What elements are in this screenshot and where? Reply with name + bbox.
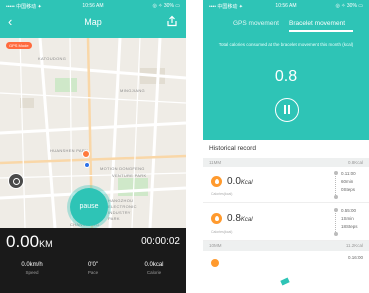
battery-text: ◎ ✧ 30% ▭ [335,3,363,9]
gps-mode-badge: GPS Mode [6,42,32,49]
map-label: VENTURE PARK [112,173,147,178]
entry-unit: Kcal [240,180,253,186]
calorie-label: Calorie [146,270,162,275]
tab-bracelet-movement[interactable]: Bracelet movement [289,20,345,27]
distance-unit: KM [39,239,53,249]
calorie-value: 0.0kcal [144,262,164,268]
entry-duration: 60min [341,179,354,184]
flame-icon [211,213,222,224]
pause-button[interactable]: pause [70,188,108,226]
speed-label: Speed [25,270,39,275]
entry-unit: Kcal [240,217,253,223]
monthly-calories-caption: Total calories consumed at the bracelet … [218,42,354,47]
entry-details: 0.55:00 1Smin 18Steps [341,207,365,231]
month-header: 10MM 11.2Kcal [203,241,369,251]
month-header: 11MM 0.8Kcal [203,158,369,167]
map-label: MINGJIANG [120,88,145,93]
entry-steps: 0Steps [341,187,356,192]
entry-calories: 0.8Kcal [227,213,253,224]
calorie-stat: 0.0kcal Calorie [124,262,184,275]
entry-steps: 18Steps [341,224,358,229]
distance-value: 0.00 [6,232,40,251]
month-label: 10MM [209,243,222,248]
entry-value: 0.0 [227,176,241,187]
locate-icon[interactable] [8,173,24,189]
month-total: 0.8Kcal [347,160,363,165]
entry-time: 0.11:00 [341,171,356,176]
entry-subtitle: Calories(kcal) [211,192,233,196]
status-bar: ••••• 中国移动 ✦ 10:56 AM ◎ ✧ 30% ▭ [0,0,186,13]
flame-icon [211,176,222,187]
distance-display: 0.00KM [6,232,53,252]
start-marker [82,150,90,158]
pace-stat: 0'0" Pace [63,262,123,275]
timeline-icon [333,171,338,199]
map-label: ELECTRONIC [108,204,137,209]
map-screen: ••••• 中国移动 ✦ 10:56 AM ◎ ✧ 30% ▭ ‹ Map GP… [0,0,186,293]
bracelet-screen: •••• 中国移动 ✦ 10:56 AM ◎ ✧ 30% ▭ GPS movem… [203,0,369,293]
speed-value: 0.0km/h [21,262,43,268]
month-total: 11.2Kcal [345,243,363,248]
pace-value: 0'0" [88,262,98,268]
current-location-dot [84,162,90,168]
history-section: Historical record 11MM 0.8Kcal 0.0Kcal C… [203,140,369,293]
history-title: Historical record [209,145,256,152]
entry-time: 0.16:00 [347,255,363,260]
duration-timer: 00:00:02 [141,236,180,247]
share-icon[interactable] [166,15,178,27]
entry-time: 0.55:00 [341,208,357,213]
active-tab-indicator [289,30,353,32]
workout-stats-panel: 0.00KM 00:00:02 0.0km/h Speed 0'0" Pace … [0,228,186,293]
entry-calories: 0.0Kcal [227,176,253,187]
list-item[interactable]: 0.0Kcal Calories(kcal) 0.11:00 60min 0St… [203,167,369,203]
decoration-icon [280,277,290,286]
list-item[interactable]: 0.16:00 [203,251,369,293]
map-label: HANGZHOU [108,198,134,203]
entry-value: 0.8 [227,213,241,224]
entry-duration: 1Smin [341,216,354,221]
map-label: PARK [108,216,120,221]
timeline-icon [333,208,338,236]
speed-stat: 0.0km/h Speed [2,262,62,275]
map-label: MOTION DONGFENG [100,166,145,171]
tab-gps-movement[interactable]: GPS movement [233,20,279,27]
status-bar: •••• 中国移动 ✦ 10:56 AM ◎ ✧ 30% ▭ [203,0,369,13]
entry-subtitle: Calories(kcal) [211,230,233,234]
battery-text: ◎ ✧ 30% ▭ [152,3,180,9]
list-item[interactable]: 0.8Kcal Calories(kcal) 0.55:00 1Smin 18S… [203,203,369,241]
monthly-calories-value: 0.8 [274,68,298,85]
map-view[interactable]: GPS Mode KATOUDONG MINGJIANG HUANSHEN PA… [0,38,186,228]
map-label: INDUSTRY [108,210,131,215]
pause-icon[interactable] [275,98,299,122]
page-title: Map [84,17,102,27]
bracelet-header: •••• 中国移动 ✦ 10:56 AM ◎ ✧ 30% ▭ GPS movem… [203,0,369,140]
map-label: KATOUDONG [38,56,67,61]
pace-label: Pace [87,270,99,275]
month-label: 11MM [209,160,222,165]
entry-details: 0.11:00 60min 0Steps [341,170,365,194]
map-nav-bar: ••••• 中国移动 ✦ 10:56 AM ◎ ✧ 30% ▭ ‹ Map [0,0,186,38]
flame-icon [211,259,219,267]
